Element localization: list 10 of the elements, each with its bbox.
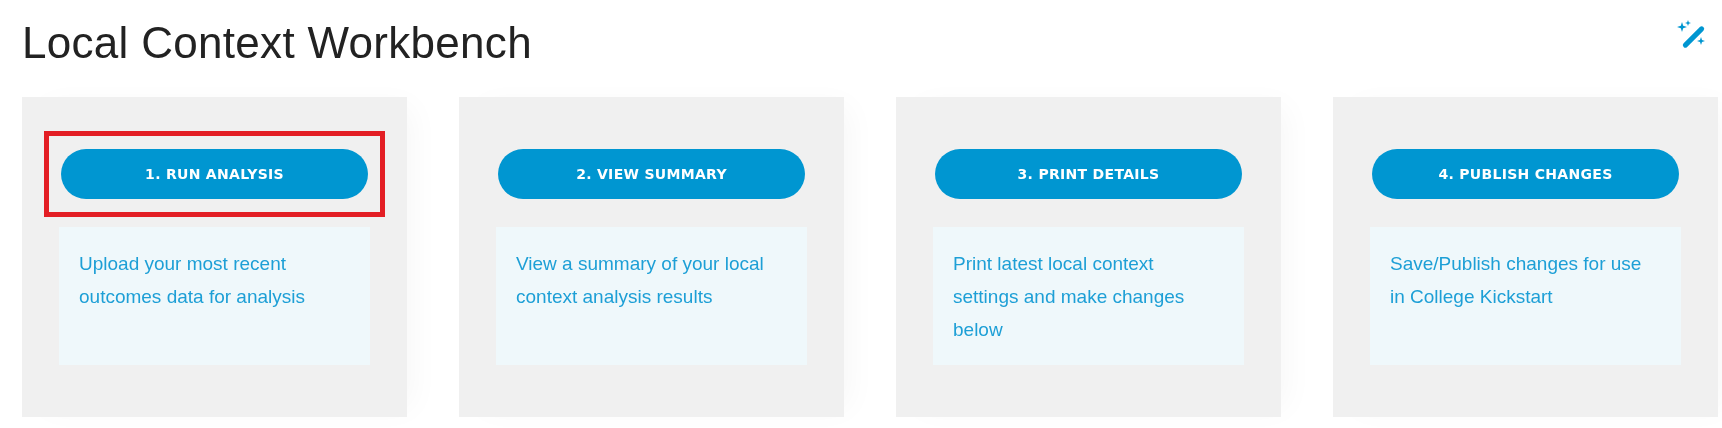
step-description: Save/Publish changes for use in College Kickstart [1370, 227, 1681, 365]
step-button[interactable]: 3. PRINT DETAILS [935, 149, 1242, 199]
step-button[interactable]: 2. VIEW SUMMARY [498, 149, 805, 199]
step-description: View a summary of your local context analysis results [496, 227, 807, 365]
step-description: Print latest local context settings and make changes below [933, 227, 1244, 365]
step-button[interactable]: 1. RUN ANALYSIS [61, 149, 368, 199]
magic-wand-icon[interactable] [1676, 20, 1706, 50]
step-button[interactable]: 4. PUBLISH CHANGES [1372, 149, 1679, 199]
step-description: Upload your most recent outcomes data for analysis [59, 227, 370, 365]
page-title: Local Context Workbench [22, 18, 532, 68]
